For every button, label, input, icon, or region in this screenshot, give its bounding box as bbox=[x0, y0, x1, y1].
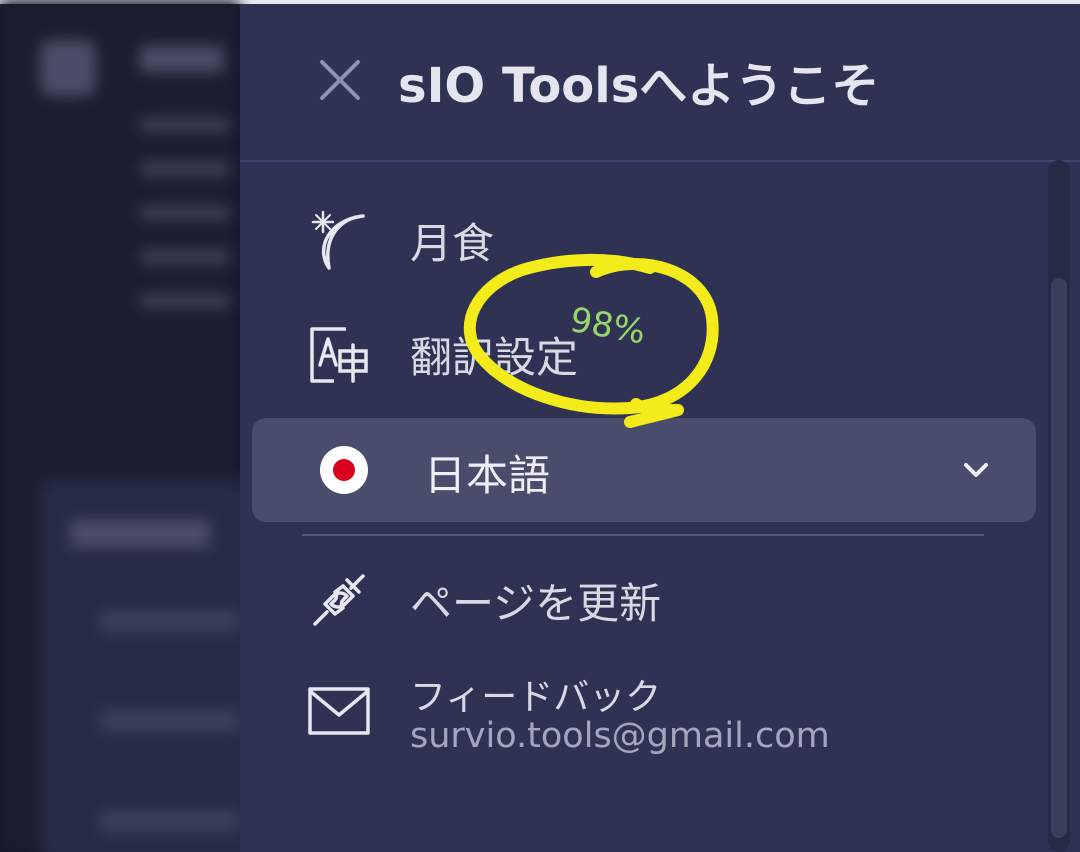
language-select[interactable]: 日本語 bbox=[252, 418, 1036, 522]
mail-icon bbox=[304, 676, 374, 746]
background-card-row bbox=[100, 810, 240, 832]
menu-label-reload-page: ページを更新 bbox=[410, 578, 662, 628]
close-icon bbox=[320, 60, 360, 100]
plug-icon bbox=[304, 565, 374, 635]
background-logo bbox=[40, 40, 96, 96]
menu-item-eclipse[interactable]: 月食 bbox=[304, 200, 1024, 280]
background-heading bbox=[140, 46, 224, 72]
menu-item-translation-settings[interactable]: 翻訳設定 bbox=[304, 314, 1024, 394]
background-line bbox=[140, 206, 230, 220]
background-line bbox=[140, 118, 230, 132]
background-app-blurred bbox=[0, 0, 260, 852]
menu-item-feedback[interactable]: フィードバック survio.tools@gmail.com bbox=[304, 664, 1024, 774]
background-line bbox=[140, 250, 230, 264]
language-selected-value: 日本語 bbox=[424, 451, 551, 500]
background-card-title bbox=[70, 520, 210, 548]
japan-flag-icon bbox=[320, 446, 368, 494]
close-button[interactable] bbox=[314, 54, 366, 106]
chevron-down-icon bbox=[956, 450, 996, 490]
background-card-row bbox=[100, 610, 240, 632]
eclipse-moon-icon bbox=[304, 205, 374, 275]
scrollbar-thumb[interactable] bbox=[1051, 278, 1067, 838]
side-drawer: sIO Toolsへようこそ 月食 翻訳設定 日本語 ページを更新 フィードバッ… bbox=[240, 4, 1080, 852]
background-card-row bbox=[100, 710, 240, 732]
drawer-scrollbar[interactable] bbox=[1048, 160, 1070, 852]
background-card bbox=[40, 480, 260, 852]
menu-label-eclipse: 月食 bbox=[410, 218, 495, 268]
translate-icon bbox=[304, 319, 374, 389]
flag-red-circle bbox=[333, 459, 355, 481]
menu-label-translation-settings: 翻訳設定 bbox=[410, 332, 579, 382]
background-line bbox=[140, 294, 230, 308]
screen: sIO Toolsへようこそ 月食 翻訳設定 日本語 ページを更新 フィードバッ… bbox=[0, 0, 1080, 852]
background-line bbox=[140, 162, 230, 176]
menu-divider bbox=[302, 534, 984, 536]
drawer-title: sIO Toolsへようこそ bbox=[398, 58, 880, 114]
drawer-header: sIO Toolsへようこそ bbox=[240, 4, 1080, 162]
feedback-email[interactable]: survio.tools@gmail.com bbox=[410, 716, 830, 756]
menu-item-reload-page[interactable]: ページを更新 bbox=[304, 560, 1024, 640]
feedback-label: フィードバック bbox=[410, 677, 662, 718]
